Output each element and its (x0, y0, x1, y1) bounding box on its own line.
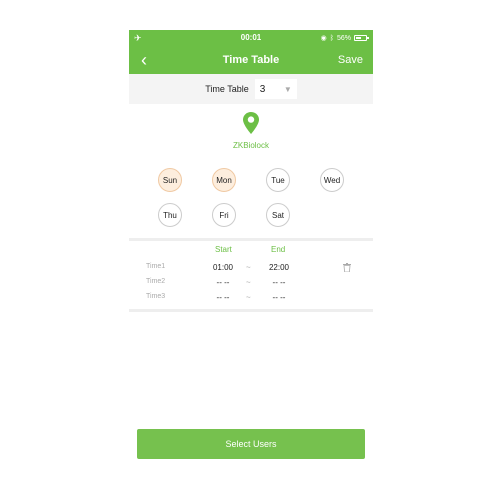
time1-start[interactable]: 01:00 (206, 263, 240, 272)
app-screen: ✈ 00:01 ◉ ᛒ 56% ‹ Time Table Save Time T… (129, 30, 373, 470)
day-label: Mon (216, 175, 232, 185)
page-title: Time Table (222, 54, 280, 66)
battery-icon (354, 35, 369, 41)
time-schedule: Start End Time1 01:00 ~ 22:00 Time2 -- -… (129, 242, 373, 312)
time2-separator: ~ (246, 278, 251, 287)
dropdown-arrow-icon: ▼ (283, 84, 292, 94)
day-label: Fri (219, 210, 229, 220)
trash-icon[interactable] (343, 263, 351, 272)
lock-name: ZKBiolock (232, 141, 269, 150)
day-fri[interactable]: Fri (212, 203, 236, 227)
day-tue[interactable]: Tue (266, 168, 290, 192)
select-users-button[interactable]: Select Users (137, 429, 365, 459)
location-status-icon: ◉ (320, 35, 327, 42)
start-header: Start (215, 245, 232, 254)
time3-separator: ~ (246, 293, 251, 302)
time1-separator: ~ (246, 263, 251, 272)
section-divider (129, 309, 373, 312)
day-wed[interactable]: Wed (320, 168, 344, 192)
time2-start[interactable]: -- -- (206, 278, 240, 287)
time-table-select[interactable]: 3 ▼ (254, 79, 297, 99)
status-bar: ✈ 00:01 ◉ ᛒ 56% (129, 30, 373, 46)
day-thu[interactable]: Thu (158, 203, 182, 227)
time-table-value: 3 (259, 83, 266, 95)
bluetooth-icon: ᛒ (329, 34, 334, 42)
day-mon[interactable]: Mon (212, 168, 236, 192)
lock-location (129, 112, 373, 139)
time-table-label: Time Table (205, 84, 249, 94)
time1-end[interactable]: 22:00 (262, 263, 296, 272)
save-button[interactable]: Save (338, 46, 363, 74)
status-right: ◉ ᛒ 56% (320, 30, 369, 46)
weekday-selector: Sun Mon Tue Wed Thu Fri Sat (129, 166, 373, 236)
end-header: End (271, 245, 286, 254)
nav-bar: ‹ Time Table Save (129, 46, 373, 74)
section-divider (129, 238, 373, 241)
day-label: Sun (162, 175, 178, 185)
time3-end[interactable]: -- -- (262, 293, 296, 302)
battery-percent: 56% (336, 34, 351, 42)
time-table-row: Time Table 3 ▼ (129, 74, 373, 104)
day-label: Tue (271, 175, 285, 185)
day-label: Thu (163, 210, 177, 220)
location-pin-icon (243, 112, 259, 134)
day-sat[interactable]: Sat (266, 203, 290, 227)
time3-label: Time3 (146, 293, 166, 300)
time1-label: Time1 (146, 263, 166, 270)
day-label: Sat (271, 210, 284, 220)
time3-start[interactable]: -- -- (206, 293, 240, 302)
time2-end[interactable]: -- -- (262, 278, 296, 287)
time2-label: Time2 (146, 278, 166, 285)
day-sun[interactable]: Sun (158, 168, 182, 192)
day-label: Wed (323, 175, 341, 185)
